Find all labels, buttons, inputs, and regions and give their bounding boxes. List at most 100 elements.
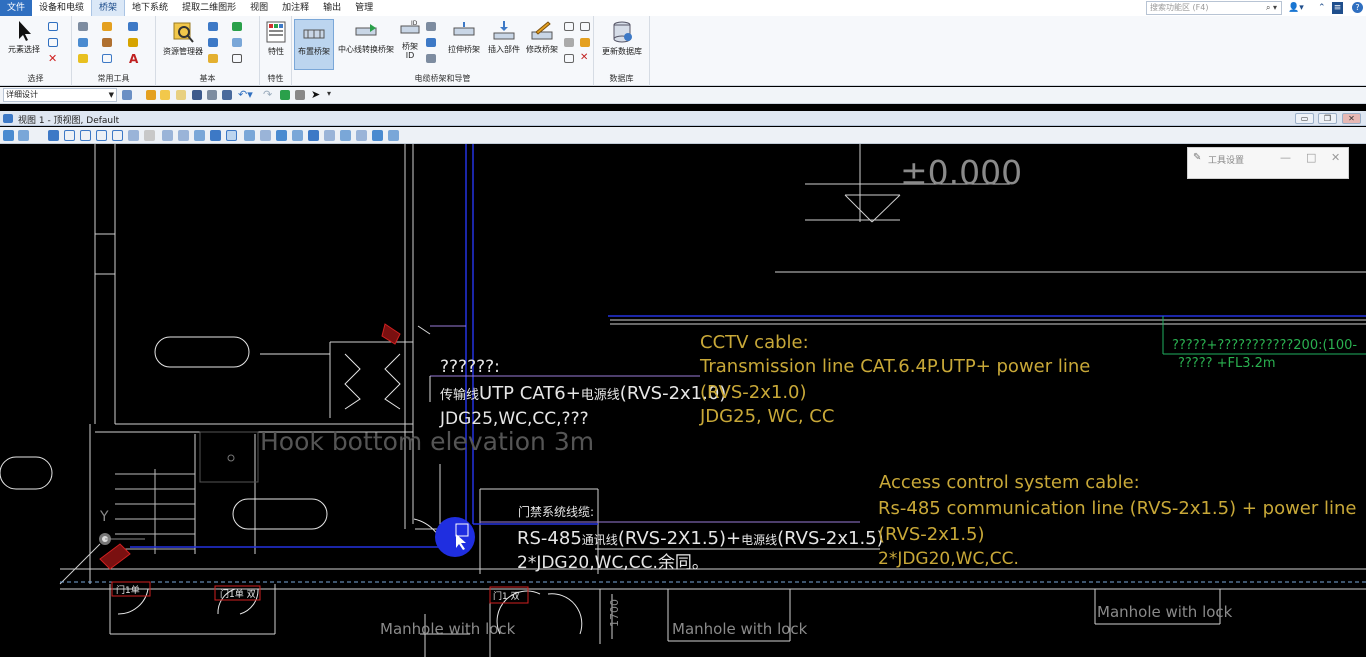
light-icon[interactable]: [324, 130, 335, 141]
tool-icon-3[interactable]: [128, 22, 138, 31]
tray-small-icon-1[interactable]: [426, 22, 436, 31]
view-previous-icon[interactable]: [162, 130, 173, 141]
zoom-in-icon[interactable]: [64, 130, 75, 141]
modify-tray-button[interactable]: 修改桥架: [522, 20, 562, 55]
help-icon[interactable]: ?: [1352, 2, 1363, 13]
tool-icon-1[interactable]: [78, 22, 88, 31]
tool-icon-5[interactable]: [102, 38, 112, 47]
basic-icon-1[interactable]: [208, 22, 218, 31]
save-icon[interactable]: [192, 90, 202, 100]
walk-icon[interactable]: [292, 130, 303, 141]
rotate-view-icon[interactable]: [128, 130, 139, 141]
view-rotation-icon[interactable]: [210, 130, 221, 141]
fit-view-icon[interactable]: [112, 130, 123, 141]
tab-extract-2d[interactable]: 提取二维图形: [175, 0, 243, 16]
tool-icon-4[interactable]: [78, 38, 88, 47]
measure-icon[interactable]: [356, 130, 367, 141]
panel-minimize-button[interactable]: —: [1280, 151, 1291, 164]
tab-tray[interactable]: 桥架: [91, 0, 126, 16]
tool-icon-8[interactable]: [102, 54, 112, 63]
clip-mask-icon[interactable]: [260, 130, 271, 141]
network-icon[interactable]: ≡: [1332, 2, 1343, 14]
redo-icon[interactable]: ↷: [263, 88, 272, 101]
basic-icon-4[interactable]: [232, 38, 242, 47]
save-all-icon[interactable]: [222, 90, 232, 100]
insert-part-button[interactable]: 插入部件: [484, 20, 524, 55]
drawing-canvas[interactable]: ±0.000 Hook bottom elevation 3m ??????: …: [0, 144, 1366, 657]
select-box-icon[interactable]: [48, 22, 58, 31]
tray-small-icon-4[interactable]: [564, 22, 574, 31]
tool-settings-panel[interactable]: ✎ 工具设置 — □ ✕: [1187, 147, 1349, 179]
tray-small-icon-7[interactable]: [580, 38, 590, 47]
tray-small-icon-2[interactable]: [426, 38, 436, 47]
customize-icon[interactable]: ▾: [327, 89, 331, 98]
user-level-icon[interactable]: [122, 90, 132, 100]
tab-file[interactable]: 文件: [0, 0, 33, 16]
basic-icon-5[interactable]: [208, 54, 218, 63]
design-mode-value: 详细设计: [6, 90, 38, 99]
ribbon-search-input[interactable]: 搜索功能区 (F4) ⌕ ▾: [1146, 1, 1282, 15]
tab-view[interactable]: 视图: [243, 0, 275, 16]
text-tool-icon[interactable]: A: [129, 52, 138, 66]
tab-annotate[interactable]: 加注释: [275, 0, 316, 16]
copy-view-icon[interactable]: [194, 130, 205, 141]
view-top-icon[interactable]: [226, 130, 237, 141]
panel-close-button[interactable]: ✕: [1331, 151, 1340, 164]
pin-icon[interactable]: [280, 90, 290, 100]
restore-view-button[interactable]: ❐: [1318, 113, 1337, 124]
fence-icon[interactable]: [340, 130, 351, 141]
tray-small-icon-3[interactable]: [426, 54, 436, 63]
tray-small-icon-6[interactable]: [564, 38, 574, 47]
display-style-icon[interactable]: [18, 130, 29, 141]
new-file-icon[interactable]: [176, 90, 186, 100]
tab-manage[interactable]: 管理: [348, 0, 380, 16]
pan-view-icon[interactable]: [144, 130, 155, 141]
print-icon[interactable]: [295, 90, 305, 100]
update-database-button[interactable]: 更新数据库: [596, 20, 648, 57]
update-view-icon[interactable]: [48, 130, 59, 141]
cursor-icon[interactable]: ➤: [311, 88, 320, 101]
camera-icon[interactable]: [276, 130, 287, 141]
layout-tray-button[interactable]: 布置桥架: [294, 19, 334, 70]
view-next-icon[interactable]: [178, 130, 189, 141]
properties-button[interactable]: 特性: [262, 20, 290, 57]
tab-output[interactable]: 输出: [316, 0, 348, 16]
centerline-tray-button[interactable]: 中心线转换桥架: [336, 20, 396, 55]
design-mode-select[interactable]: 详细设计 ▼: [3, 88, 117, 102]
collapse-ribbon-icon[interactable]: ⌃: [1318, 2, 1326, 14]
deselect-icon[interactable]: ✕: [48, 52, 57, 65]
panel-restore-button[interactable]: □: [1306, 151, 1316, 164]
window-area-icon[interactable]: [96, 130, 107, 141]
tool-icon-6[interactable]: [128, 38, 138, 47]
tool-icon-7[interactable]: [78, 54, 88, 63]
user-icon[interactable]: 👤▾: [1288, 2, 1304, 14]
tray-small-icon-5[interactable]: [580, 22, 590, 31]
close-view-button[interactable]: ✕: [1342, 113, 1361, 124]
tab-underground[interactable]: 地下系统: [125, 0, 175, 16]
save-as-icon[interactable]: [207, 90, 217, 100]
clip-volume-icon[interactable]: [244, 130, 255, 141]
search-icon[interactable]: ⌕ ▾: [1266, 2, 1277, 14]
minimize-view-button[interactable]: ▭: [1295, 113, 1314, 124]
folder-icon[interactable]: [160, 90, 170, 100]
tray-id-button[interactable]: ID 桥架 ID: [398, 20, 422, 60]
saved-view-icon[interactable]: [388, 130, 399, 141]
undo-icon[interactable]: ↶▾: [238, 88, 253, 101]
zoom-out-icon[interactable]: [80, 130, 91, 141]
tool-icon-2[interactable]: [102, 22, 112, 31]
tab-devices-cables[interactable]: 设备和电缆: [32, 0, 91, 16]
basic-icon-3[interactable]: [208, 38, 218, 47]
open-icon[interactable]: [146, 90, 156, 100]
basic-icon-2[interactable]: [232, 22, 242, 31]
tray-small-icon-8[interactable]: [564, 54, 574, 63]
stretch-tray-button[interactable]: 拉伸桥架: [444, 20, 484, 55]
view-attributes-icon[interactable]: [3, 130, 14, 141]
display-set-icon[interactable]: [372, 130, 383, 141]
door-cable-line1: RS-485通讯线(RVS-2X1.5)+电源线(RVS-2x1.5): [517, 528, 884, 549]
element-select-button[interactable]: 元素选择: [4, 20, 44, 55]
resource-manager-button[interactable]: 资源管理器: [158, 20, 208, 57]
tray-delete-icon[interactable]: ✕: [580, 52, 588, 63]
render-icon[interactable]: [308, 130, 319, 141]
select-fence-icon[interactable]: [48, 38, 58, 47]
basic-icon-6[interactable]: [232, 54, 242, 63]
